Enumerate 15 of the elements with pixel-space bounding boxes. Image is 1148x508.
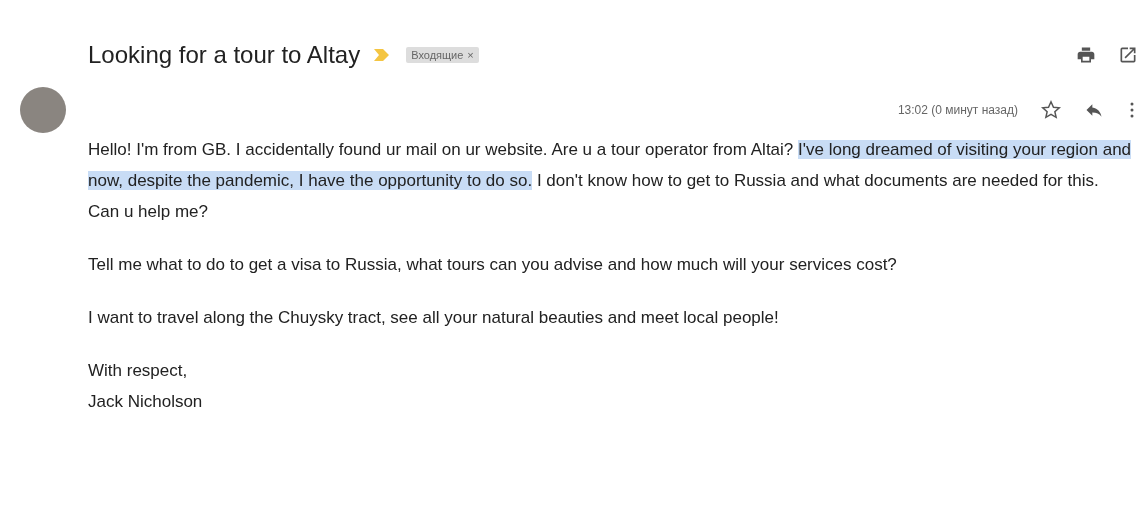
message-paragraph: I want to travel along the Chuysky tract, see all your natural beauties and meet local people! — [88, 307, 780, 329]
print-icon[interactable] — [1076, 45, 1096, 65]
remove-label-button[interactable]: × — [467, 49, 474, 61]
importance-marker-icon[interactable] — [374, 49, 391, 61]
signature-line: Jack Nicholson — [88, 391, 204, 413]
email-subject: Looking for a tour to Altay — [88, 41, 361, 69]
message-paragraph: Hello! I'm from GB. I accidentally found ur mail on ur website. Are u a tour operator from Altai? I've long dreamed of visiting your region and now, despite the pandemic, I have the opportunity to do so. I don't know how to get to Russia and what documents are needed for this. Can u help me? — [88, 139, 1133, 223]
star-icon[interactable] — [1040, 99, 1062, 121]
avatar — [20, 87, 66, 133]
message-paragraph: Tell me what to do to get a visa to Russia, what tours can you advise and how much will your services cost? — [88, 254, 898, 276]
timestamp: 13:02 (0 минут назад) — [897, 103, 1018, 117]
open-in-new-window-icon[interactable] — [1118, 45, 1138, 65]
label-text: Входящие — [411, 49, 464, 61]
signature-line: With respect, — [88, 360, 189, 382]
more-options-icon[interactable] — [1130, 102, 1134, 118]
